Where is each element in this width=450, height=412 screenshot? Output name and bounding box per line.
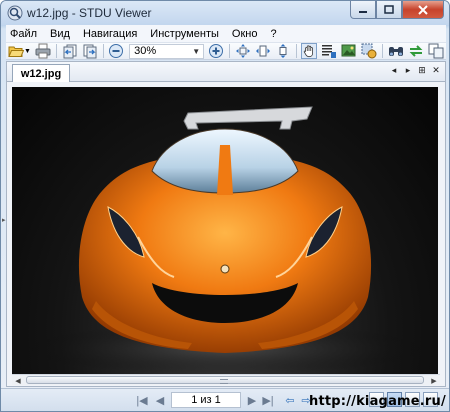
menu-window[interactable]: Окно [226,28,265,40]
tab-close-icon[interactable]: ✕ [431,65,441,76]
zoom-value: 30% [134,45,157,57]
tab-list-icon[interactable]: ⊞ [417,65,427,76]
menu-file[interactable]: Файл [6,28,44,40]
print-icon[interactable] [35,43,51,59]
select-image-icon[interactable] [341,43,357,59]
last-page-icon[interactable]: ▶| [261,393,275,407]
watermark-text: http://kiagame.ru/ [309,394,446,409]
title-bar[interactable]: w12.jpg - STDU Viewer [1,1,449,25]
window-title: w12.jpg - STDU Viewer [27,6,152,20]
open-folder-icon[interactable] [8,43,25,59]
fit-height-icon[interactable] [275,43,291,59]
menu-view[interactable]: Вид [44,28,77,40]
zoom-out-icon[interactable] [108,43,124,59]
next-page-icon[interactable]: ▶ [245,393,259,407]
hand-tool-icon[interactable] [301,43,318,59]
fit-page-icon[interactable] [235,43,251,59]
close-button[interactable] [402,1,444,19]
maximize-button[interactable] [376,1,402,19]
scroll-right-icon[interactable]: ▶ [429,376,439,385]
menu-tools[interactable]: Инструменты [144,28,226,40]
select-text-icon[interactable] [321,43,337,59]
find-icon[interactable] [388,43,404,59]
page-indicator-text: 1 из 1 [191,394,221,406]
document-tab-strip: w12.jpg ◂ ▸ ⊞ ✕ [7,62,445,82]
minimize-button[interactable] [350,1,376,19]
window-controls [350,1,444,19]
toolbar-separator [102,44,104,58]
toolbar-separator [382,44,383,58]
history-back-icon[interactable]: ⇦ [283,393,297,407]
toolbar-separator [55,44,57,58]
snapshot-icon[interactable] [361,43,377,59]
app-window: w12.jpg - STDU Viewer Файл Вид Навигация… [0,0,450,412]
zoom-in-icon[interactable] [208,43,224,59]
app-logo-icon [7,5,23,21]
page-indicator[interactable]: 1 из 1 [171,392,241,408]
image-viewport[interactable] [12,87,438,374]
close-icon [418,4,428,15]
zoom-combobox[interactable]: 30% ▼ [129,43,205,59]
scrollbar-thumb[interactable] [26,376,424,384]
menu-help[interactable]: ? [264,28,283,40]
minimize-icon [359,10,367,13]
horizontal-scrollbar[interactable]: ◀ ▶ [12,374,440,385]
sync-icon[interactable] [408,43,424,59]
page-prev-icon[interactable] [62,43,78,59]
first-page-icon[interactable]: |◀ [135,393,149,407]
tab-scroll-right-icon[interactable]: ▸ [403,65,413,76]
main-toolbar: ▼ 30% ▼ [6,43,446,60]
scroll-left-icon[interactable]: ◀ [13,376,23,385]
tab-controls: ◂ ▸ ⊞ ✕ [389,65,441,76]
chevron-down-icon[interactable]: ▼ [192,47,200,56]
car-image [25,106,425,374]
maximize-icon [384,4,394,14]
tab-scroll-left-icon[interactable]: ◂ [389,65,399,76]
menu-navigation[interactable]: Навигация [77,28,144,40]
toolbar-separator [229,44,230,58]
toolbar-separator [295,44,297,58]
copy-icon[interactable] [428,43,444,59]
menu-bar: Файл Вид Навигация Инструменты Окно ? [6,25,446,43]
prev-page-icon[interactable]: ◀ [153,393,167,407]
sidebar-toggle-icon[interactable]: ▸ [2,216,6,225]
fit-width-icon[interactable] [255,43,271,59]
page-next-icon[interactable] [82,43,98,59]
document-tab[interactable]: w12.jpg [12,64,70,82]
chevron-down-icon[interactable]: ▼ [24,48,31,55]
document-area: w12.jpg ◂ ▸ ⊞ ✕ ◀ ▶ [6,61,446,387]
